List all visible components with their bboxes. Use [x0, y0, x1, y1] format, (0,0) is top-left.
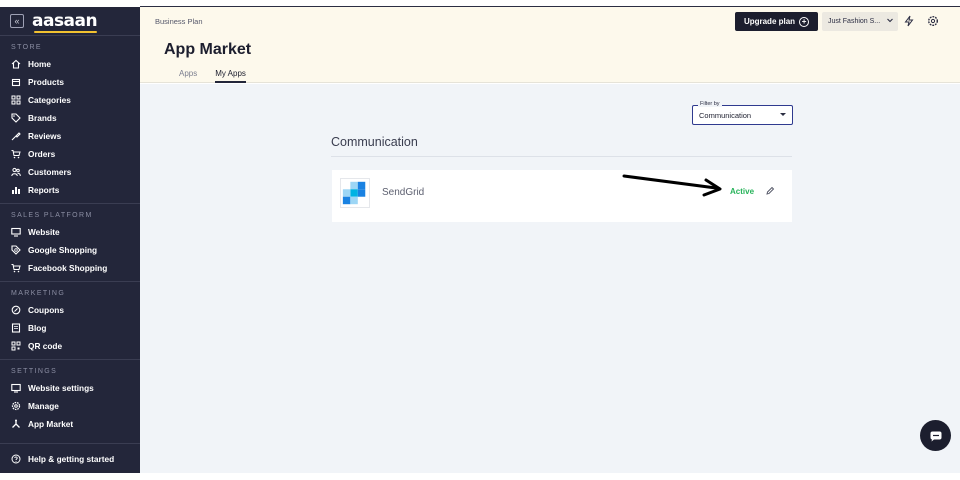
annotation-arrow-icon [622, 174, 722, 197]
sidebar: « aasaan STORE Home Products Categories … [0, 7, 140, 473]
caret-down-icon [780, 113, 786, 116]
qr-icon [11, 341, 21, 351]
tab-bar: Apps My Apps [179, 69, 246, 83]
main-content: Filter by Communication Communication Se… [140, 84, 960, 473]
app-window: « aasaan STORE Home Products Categories … [0, 0, 960, 480]
box-icon [11, 77, 21, 87]
tab-my-apps[interactable]: My Apps [215, 69, 246, 83]
section-divider [331, 156, 792, 157]
filter-label: Filter by [698, 101, 722, 107]
grid-icon [11, 95, 21, 105]
gear-icon [11, 401, 21, 411]
sidebar-item-brands[interactable]: Brands [0, 109, 140, 127]
bar-chart-icon [11, 185, 21, 195]
apps-icon [11, 419, 21, 429]
sidebar-item-label: Orders [28, 149, 56, 159]
sidebar-item-label: Website settings [28, 383, 94, 393]
sidebar-item-qr-code[interactable]: QR code [0, 337, 140, 355]
sidebar-item-label: Reports [28, 185, 60, 195]
google-tag-icon [11, 245, 21, 255]
sidebar-item-label: Home [28, 59, 52, 69]
sidebar-item-manage[interactable]: Manage [0, 397, 140, 415]
sidebar-item-label: Products [28, 77, 64, 87]
sidebar-item-label: Google Shopping [28, 245, 98, 255]
sidebar-item-label: Facebook Shopping [28, 263, 108, 273]
brand-logo[interactable]: aasaan [32, 11, 98, 33]
page-title: App Market [164, 41, 252, 58]
help-icon [11, 454, 21, 464]
sidebar-item-reports[interactable]: Reports [0, 181, 140, 199]
sidebar-item-label: Customers [28, 167, 72, 177]
sidebar-item-label: Categories [28, 95, 71, 105]
lightning-icon[interactable] [903, 15, 915, 27]
sidebar-item-reviews[interactable]: Reviews [0, 127, 140, 145]
thumbs-up-icon [11, 131, 21, 141]
sidebar-item-website[interactable]: Website [0, 223, 140, 241]
sidebar-item-google-shopping[interactable]: Google Shopping [0, 241, 140, 259]
sidebar-item-home[interactable]: Home [0, 55, 140, 73]
app-status-badge: Active [730, 187, 755, 196]
sidebar-item-customers[interactable]: Customers [0, 163, 140, 181]
monitor-icon [11, 227, 21, 237]
sidebar-item-label: App Market [28, 419, 74, 429]
chat-bubble-icon [930, 431, 941, 441]
section-label-sales-platform: SALES PLATFORM [11, 212, 93, 219]
settings-sliders-icon [11, 383, 21, 393]
sidebar-item-coupons[interactable]: Coupons [0, 301, 140, 319]
section-label-store: STORE [11, 44, 42, 51]
coupon-icon [11, 305, 21, 315]
sidebar-item-orders[interactable]: Orders [0, 145, 140, 163]
home-icon [11, 59, 21, 69]
section-title: Communication [331, 135, 418, 149]
tab-apps[interactable]: Apps [179, 69, 197, 83]
sidebar-item-label: Coupons [28, 305, 64, 315]
filter-value: Communication [699, 111, 752, 120]
sidebar-item-label: Brands [28, 113, 57, 123]
sendgrid-logo-icon [340, 178, 370, 208]
brand-name: aasaan [32, 11, 98, 31]
plus-circle-icon: + [799, 16, 810, 27]
settings-gear-icon[interactable] [927, 15, 939, 27]
sidebar-item-categories[interactable]: Categories [0, 91, 140, 109]
filter-by-select[interactable]: Filter by Communication [692, 101, 793, 125]
upgrade-plan-label: Upgrade plan [743, 17, 796, 26]
pencil-edit-icon[interactable] [765, 186, 775, 196]
sidebar-item-products[interactable]: Products [0, 73, 140, 91]
upgrade-plan-button[interactable]: Upgrade plan + [735, 12, 818, 31]
logo-underline [34, 31, 98, 33]
facebook-cart-icon [11, 263, 21, 273]
section-label-settings: SETTINGS [11, 368, 58, 375]
brand-row: « aasaan [0, 7, 140, 35]
chat-support-button[interactable] [920, 420, 951, 451]
sidebar-item-label: Blog [28, 323, 47, 333]
page-header: Business Plan App Market Apps My Apps Up… [140, 7, 960, 83]
users-icon [11, 167, 21, 177]
help-getting-started-link[interactable]: Help & getting started [0, 443, 140, 473]
sidebar-item-label: Manage [28, 401, 59, 411]
chevron-down-icon [887, 18, 893, 23]
sidebar-item-facebook-shopping[interactable]: Facebook Shopping [0, 259, 140, 277]
section-label-marketing: MARKETING [11, 290, 66, 297]
help-label: Help & getting started [28, 453, 115, 464]
plan-label: Business Plan [155, 17, 203, 26]
sidebar-item-label: Reviews [28, 131, 62, 141]
cart-icon [11, 149, 21, 159]
blog-icon [11, 323, 21, 333]
app-name: SendGrid [382, 187, 425, 198]
sidebar-item-blog[interactable]: Blog [0, 319, 140, 337]
sidebar-item-website-settings[interactable]: Website settings [0, 379, 140, 397]
bottom-margin [0, 473, 960, 480]
store-selector[interactable]: Just Fashion S... [822, 12, 898, 31]
sidebar-item-label: QR code [28, 341, 63, 351]
tag-icon [11, 113, 21, 123]
sidebar-item-app-market[interactable]: App Market [0, 415, 140, 433]
sidebar-item-label: Website [28, 227, 60, 237]
store-name: Just Fashion S... [828, 18, 881, 25]
collapse-sidebar-button[interactable]: « [10, 14, 24, 28]
